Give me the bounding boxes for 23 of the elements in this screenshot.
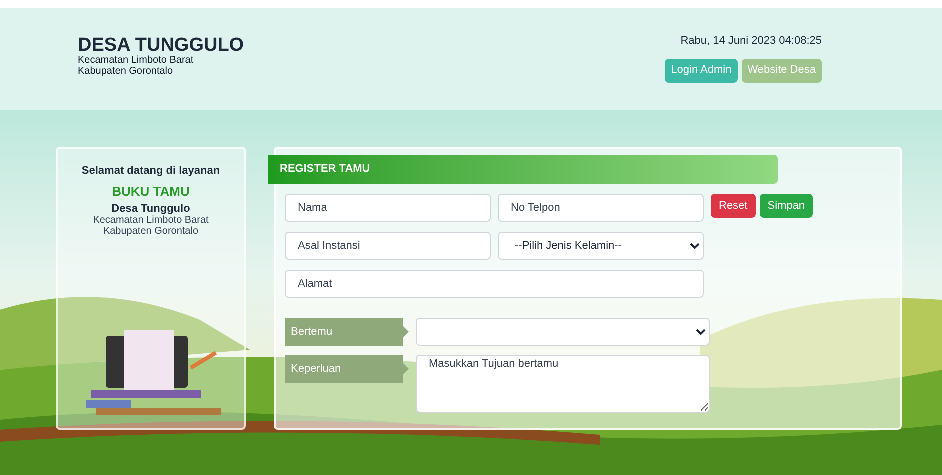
select-field[interactable] [416, 318, 710, 346]
header-button[interactable]: Login Admin [665, 58, 738, 82]
village-name: Desa Tunggulo [112, 203, 190, 215]
address-text: Kabupaten Gorontalo [103, 226, 199, 237]
input-field[interactable]: Asal Instansi [285, 232, 491, 260]
textarea-field[interactable]: Masukkan Tujuan bertamu [416, 355, 710, 413]
form-button[interactable]: Simpan [760, 194, 814, 218]
form-button[interactable]: Reset [711, 194, 756, 218]
address-text: Kecamatan Limboto Barat [93, 215, 209, 226]
site-title: DESA TUNGGULO [78, 36, 244, 55]
field-label: Keperluan [285, 355, 409, 383]
subtitle-text: Kecamatan Limboto Barat [78, 55, 195, 66]
input-field[interactable]: Nama [285, 194, 491, 222]
greeting-text: Selamat datang di layanan [82, 164, 220, 179]
datetime-text: Rabu, 14 Juni 2023 04:08:25 [680, 34, 822, 49]
select-field[interactable]: --Pilih Jenis Kelamin-- [498, 232, 704, 260]
form-title: REGISTER TAMU [280, 162, 370, 178]
header-button[interactable]: Website Desa [742, 58, 822, 82]
subtitle-text: Kabupaten Gorontalo [78, 66, 174, 77]
service-title: BUKU TAMU [112, 182, 190, 200]
field-label: Bertemu [285, 318, 409, 346]
input-field[interactable]: No Telpon [498, 194, 704, 222]
input-field[interactable]: Alamat [285, 270, 704, 298]
